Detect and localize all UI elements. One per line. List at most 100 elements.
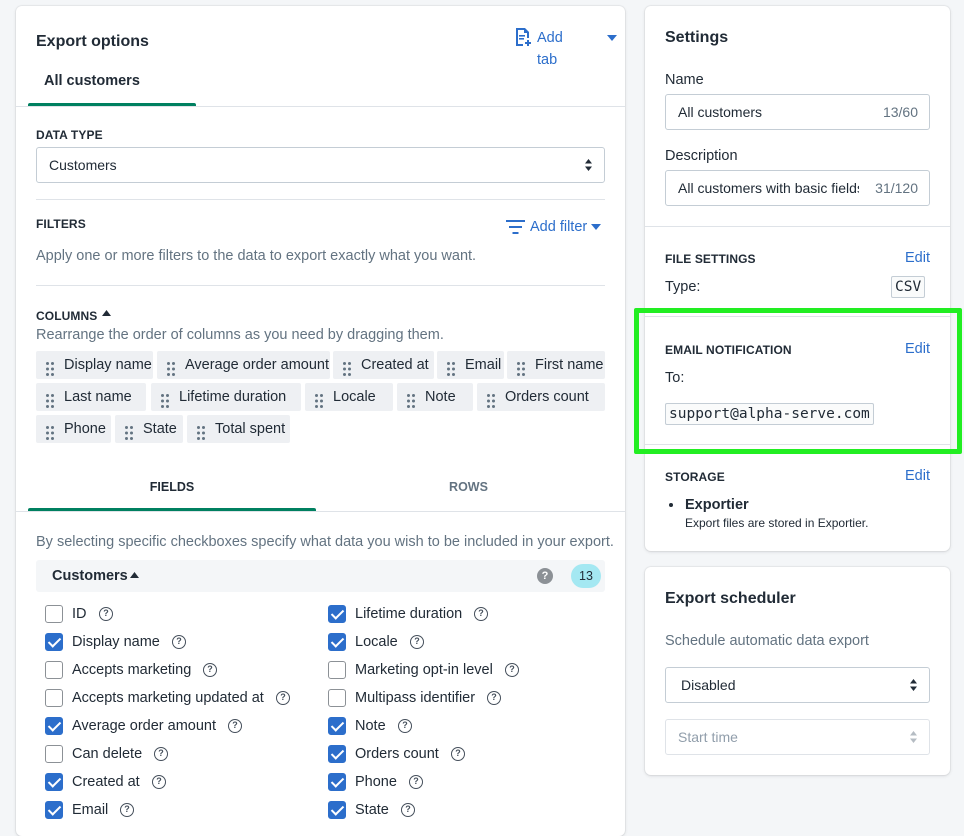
drag-handle-icon[interactable] bbox=[167, 358, 175, 376]
drag-handle-icon[interactable] bbox=[517, 358, 525, 376]
help-icon[interactable]: ? bbox=[154, 747, 168, 761]
field-checkbox[interactable] bbox=[328, 745, 346, 763]
help-icon[interactable]: ? bbox=[474, 607, 488, 621]
name-input[interactable]: All customers 13/60 bbox=[665, 94, 930, 130]
drag-handle-icon[interactable] bbox=[161, 390, 169, 408]
start-time-select[interactable]: Start time bbox=[665, 719, 930, 755]
field-label[interactable]: State bbox=[355, 802, 389, 818]
column-chip-average-order-amount[interactable]: Average order amount bbox=[157, 351, 330, 379]
chip-label: Last name bbox=[64, 389, 132, 405]
field-checkbox[interactable] bbox=[328, 801, 346, 819]
help-icon[interactable]: ? bbox=[401, 803, 415, 817]
field-label[interactable]: Average order amount bbox=[72, 718, 216, 734]
column-chip-phone[interactable]: Phone bbox=[36, 415, 111, 443]
file-type-label: Type: bbox=[665, 279, 701, 295]
help-icon[interactable]: ? bbox=[451, 747, 465, 761]
drag-handle-icon[interactable] bbox=[46, 358, 54, 376]
field-label[interactable]: Email bbox=[72, 802, 108, 818]
drag-handle-icon[interactable] bbox=[46, 422, 54, 440]
field-label[interactable]: Locale bbox=[355, 634, 398, 650]
field-checkbox[interactable] bbox=[45, 661, 63, 679]
field-label[interactable]: Accepts marketing bbox=[72, 662, 191, 678]
field-label[interactable]: Created at bbox=[72, 774, 140, 790]
drag-handle-icon[interactable] bbox=[315, 390, 323, 408]
help-icon[interactable]: ? bbox=[228, 719, 242, 733]
help-icon[interactable]: ? bbox=[99, 607, 113, 621]
drag-handle-icon[interactable] bbox=[487, 390, 495, 408]
description-input[interactable]: All customers with basic fields 31/120 bbox=[665, 170, 930, 206]
help-icon[interactable]: ? bbox=[276, 691, 290, 705]
column-chip-last-name[interactable]: Last name bbox=[36, 383, 146, 411]
caret-down-icon bbox=[591, 224, 601, 230]
field-label[interactable]: Phone bbox=[355, 774, 397, 790]
field-checkbox[interactable] bbox=[328, 773, 346, 791]
help-icon[interactable]: ? bbox=[172, 635, 186, 649]
field-checkbox[interactable] bbox=[45, 717, 63, 735]
help-icon[interactable]: ? bbox=[487, 691, 501, 705]
email-notification-edit-link[interactable]: Edit bbox=[905, 341, 930, 357]
divider bbox=[645, 226, 950, 227]
help-icon[interactable]: ? bbox=[152, 775, 166, 789]
field-label[interactable]: Accepts marketing updated at bbox=[72, 690, 264, 706]
field-checkbox[interactable] bbox=[45, 689, 63, 707]
drag-handle-icon[interactable] bbox=[407, 390, 415, 408]
field-checkbox[interactable] bbox=[45, 605, 63, 623]
column-chip-created-at[interactable]: Created at bbox=[333, 351, 434, 379]
field-checkbox[interactable] bbox=[328, 717, 346, 735]
customers-group-header[interactable]: Customers ? 13 bbox=[36, 560, 605, 592]
tab-all-customers[interactable]: All customers bbox=[44, 73, 140, 89]
field-label[interactable]: Note bbox=[355, 718, 386, 734]
field-label[interactable]: Lifetime duration bbox=[355, 606, 462, 622]
columns-toggle[interactable]: COLUMNS bbox=[36, 307, 111, 323]
field-label[interactable]: Display name bbox=[72, 634, 160, 650]
field-checkbox[interactable] bbox=[328, 605, 346, 623]
help-icon[interactable]: ? bbox=[398, 719, 412, 733]
tab-fields[interactable]: FIELDS bbox=[28, 480, 316, 494]
help-icon[interactable]: ? bbox=[409, 775, 423, 789]
field-checkbox[interactable] bbox=[45, 801, 63, 819]
chip-label: Orders count bbox=[505, 389, 589, 405]
name-label: Name bbox=[665, 72, 704, 88]
column-chip-lifetime-duration[interactable]: Lifetime duration bbox=[151, 383, 301, 411]
field-checkbox[interactable] bbox=[328, 633, 346, 651]
field-checkbox[interactable] bbox=[45, 633, 63, 651]
drag-handle-icon[interactable] bbox=[125, 422, 133, 440]
field-checkbox[interactable] bbox=[328, 661, 346, 679]
drag-handle-icon[interactable] bbox=[447, 358, 455, 376]
column-chip-orders-count[interactable]: Orders count bbox=[477, 383, 605, 411]
field-label[interactable]: Orders count bbox=[355, 746, 439, 762]
select-arrows-icon bbox=[910, 731, 917, 743]
field-checkbox[interactable] bbox=[45, 745, 63, 763]
drag-handle-icon[interactable] bbox=[46, 390, 54, 408]
help-icon[interactable]: ? bbox=[120, 803, 134, 817]
drag-handle-icon[interactable] bbox=[343, 358, 351, 376]
field-label[interactable]: Marketing opt-in level bbox=[355, 662, 493, 678]
column-chip-email[interactable]: Email bbox=[437, 351, 504, 379]
column-chip-state[interactable]: State bbox=[115, 415, 183, 443]
help-icon[interactable]: ? bbox=[537, 568, 553, 584]
field-label[interactable]: Can delete bbox=[72, 746, 142, 762]
storage-edit-link[interactable]: Edit bbox=[905, 468, 930, 484]
drag-handle-icon[interactable] bbox=[197, 422, 205, 440]
file-settings-edit-link[interactable]: Edit bbox=[905, 250, 930, 266]
field-label[interactable]: Multipass identifier bbox=[355, 690, 475, 706]
column-chip-display-name[interactable]: Display name bbox=[36, 351, 153, 379]
chip-label: Average order amount bbox=[185, 357, 330, 373]
field-checkbox[interactable] bbox=[45, 773, 63, 791]
data-type-select[interactable]: Customers bbox=[36, 147, 605, 183]
field-label[interactable]: ID bbox=[72, 606, 87, 622]
chip-label: Lifetime duration bbox=[179, 389, 287, 405]
scheduler-mode-select[interactable]: Disabled bbox=[665, 667, 930, 703]
field-checkbox[interactable] bbox=[328, 689, 346, 707]
column-chip-first-name[interactable]: First name bbox=[507, 351, 605, 379]
email-notification-label: EMAIL NOTIFICATION bbox=[665, 343, 792, 357]
tab-rows[interactable]: ROWS bbox=[316, 480, 621, 494]
column-chip-note[interactable]: Note bbox=[397, 383, 473, 411]
column-chip-total-spent[interactable]: Total spent bbox=[187, 415, 290, 443]
help-icon[interactable]: ? bbox=[410, 635, 424, 649]
help-icon[interactable]: ? bbox=[203, 663, 217, 677]
chip-label: State bbox=[143, 421, 177, 437]
chip-label: Created at bbox=[361, 357, 429, 373]
help-icon[interactable]: ? bbox=[505, 663, 519, 677]
column-chip-locale[interactable]: Locale bbox=[305, 383, 393, 411]
